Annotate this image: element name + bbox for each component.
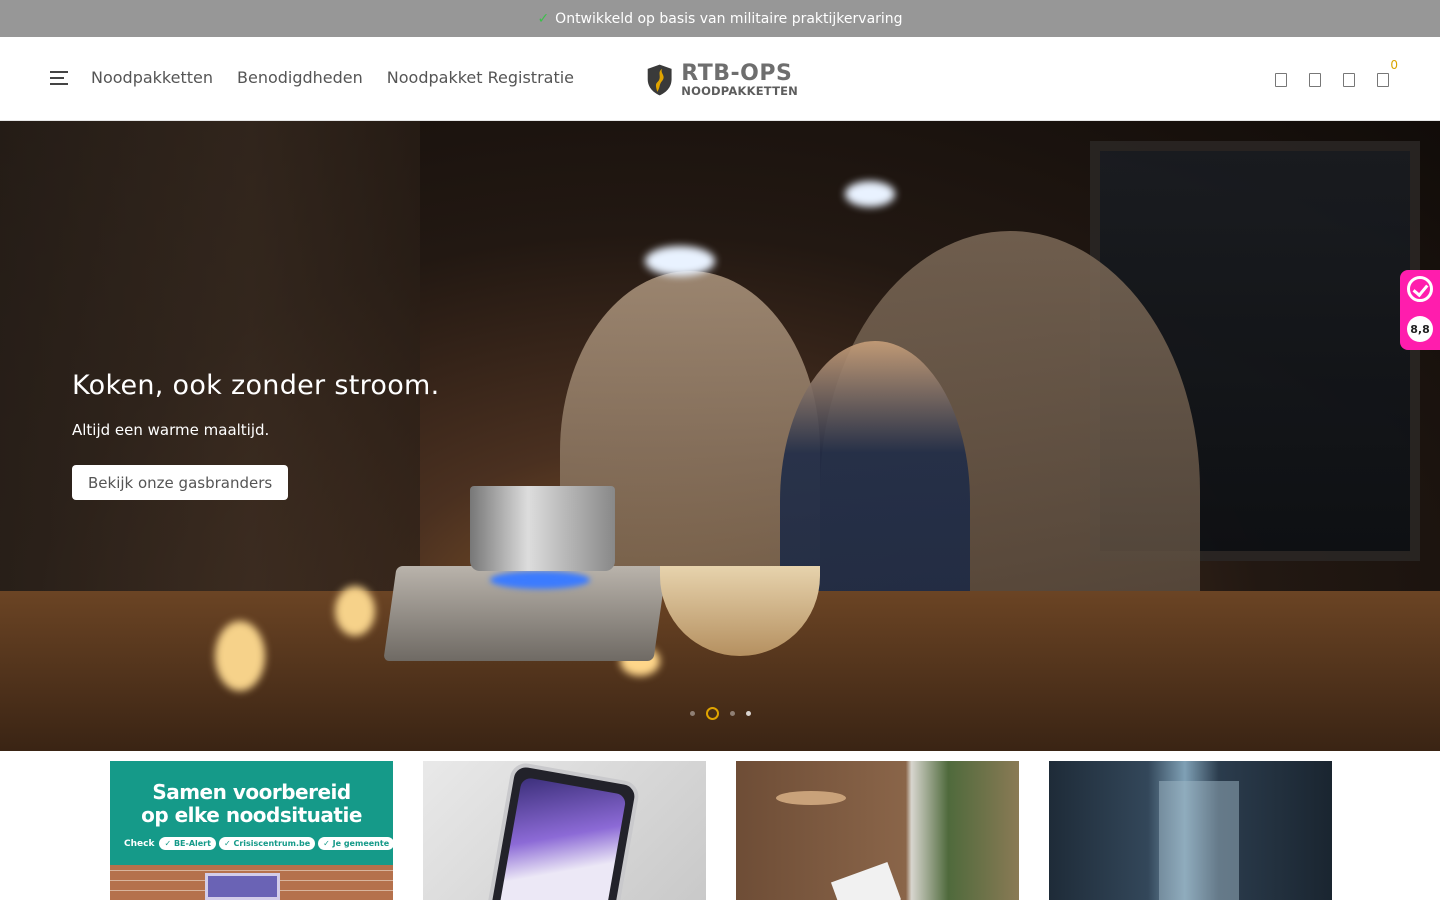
category-tiles: Samen voorbereid op elke noodsituatie Ch…	[110, 761, 1332, 900]
header-actions: 0	[1274, 58, 1398, 87]
main-nav: Noodpakketten Benodigdheden Noodpakket R…	[91, 68, 574, 87]
cart-count-badge: 0	[1390, 58, 1398, 72]
wishlist-icon[interactable]	[1342, 71, 1356, 87]
tile-samen-voorbereid[interactable]: Samen voorbereid op elke noodsituatie Ch…	[110, 761, 393, 900]
logo-title: RTB-OPS	[681, 60, 793, 86]
hero-subtitle: Altijd een warme maaltijd.	[72, 421, 270, 439]
site-logo[interactable]: RTB-OPS NOODPAKKETTEN	[646, 60, 798, 100]
pill-be-alert: BE-Alert	[159, 837, 216, 850]
nav-item-benodigdheden[interactable]: Benodigdheden	[237, 68, 363, 87]
nav-item-noodpakketten[interactable]: Noodpakketten	[91, 68, 213, 87]
hero-slider: Koken, ook zonder stroom. Altijd een war…	[0, 121, 1440, 751]
tile-heading-line2: op elke noodsituatie	[141, 803, 362, 827]
pill-je-gemeente: Je gemeente	[318, 837, 393, 850]
nav-item-noodpakket-registratie[interactable]: Noodpakket Registratie	[387, 68, 574, 87]
slider-dot-4[interactable]	[746, 711, 751, 716]
cart-icon[interactable]: 0	[1376, 58, 1398, 87]
slider-dot-1[interactable]	[690, 711, 695, 716]
account-icon[interactable]	[1308, 71, 1322, 87]
kiyoh-review-widget[interactable]: 8,8	[1400, 270, 1440, 350]
tile-phone-alert[interactable]	[423, 761, 706, 900]
pill-crisiscentrum: Crisiscentrum.be	[218, 837, 316, 850]
check-label: Check	[124, 838, 155, 849]
hero-caption: Koken, ook zonder stroom. Altijd een war…	[72, 370, 440, 439]
tile-dark-kitchen[interactable]	[1049, 761, 1332, 900]
shield-logo-icon	[647, 64, 672, 96]
menu-icon[interactable]	[50, 71, 68, 87]
slider-dots	[690, 707, 751, 720]
tile-heading-line1: Samen voorbereid	[152, 780, 351, 804]
announcement-bar: ✓ Ontwikkeld op basis van militaire prak…	[0, 0, 1440, 37]
slider-dot-2[interactable]	[706, 707, 719, 720]
site-header: Noodpakketten Benodigdheden Noodpakket R…	[0, 37, 1440, 121]
hero-title: Koken, ook zonder stroom.	[72, 370, 440, 401]
check-icon: ✓	[537, 10, 550, 27]
phone-image	[485, 761, 641, 900]
kiyoh-check-icon	[1407, 276, 1433, 302]
kiyoh-score: 8,8	[1407, 316, 1433, 342]
logo-subtitle: NOODPAKKETTEN	[681, 83, 798, 98]
tile-living-room[interactable]	[736, 761, 1019, 900]
slider-dot-3[interactable]	[730, 711, 735, 716]
search-icon[interactable]	[1274, 71, 1288, 87]
hero-cta-button[interactable]: Bekijk onze gasbranders	[72, 465, 289, 500]
announcement-text: Ontwikkeld op basis van militaire prakti…	[555, 10, 903, 27]
